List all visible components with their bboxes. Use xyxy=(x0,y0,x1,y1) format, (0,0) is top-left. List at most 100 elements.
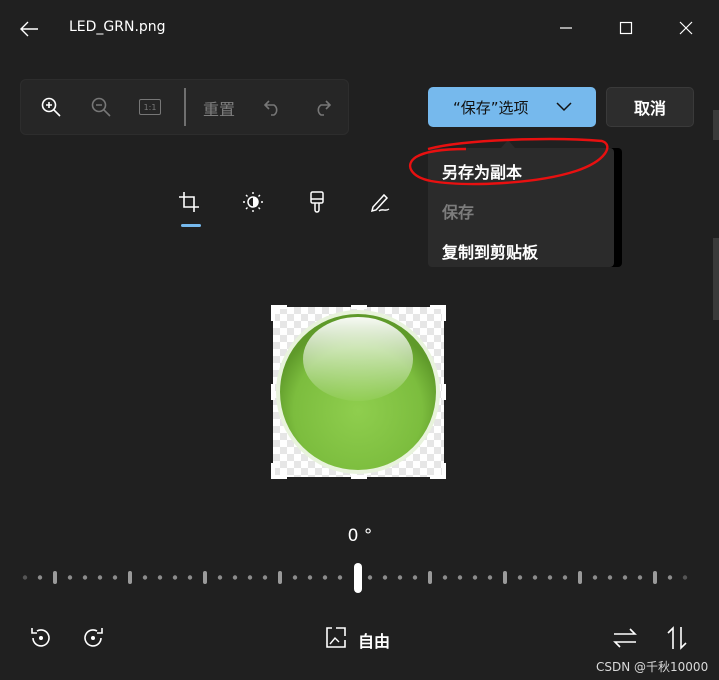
menu-item-copy-to-clipboard[interactable]: 复制到剪贴板 xyxy=(442,239,538,263)
slider-tick-dot xyxy=(187,575,193,580)
slider-tick-dot xyxy=(532,575,538,580)
green-led-image xyxy=(276,310,440,474)
maximize-button[interactable] xyxy=(611,14,641,42)
redo-icon xyxy=(317,100,332,116)
zoom-toolbar: 1:1 重置 xyxy=(20,79,349,135)
background-window-edge xyxy=(713,238,719,320)
minimize-button[interactable] xyxy=(551,14,581,42)
slider-tick-dot xyxy=(382,575,388,580)
toolbar-divider xyxy=(184,88,186,126)
actual-size-button[interactable]: 1:1 xyxy=(138,97,162,117)
crop-handle-left[interactable] xyxy=(271,384,275,400)
crop-handle-top-left-v[interactable] xyxy=(271,305,275,321)
rotate-left-button[interactable] xyxy=(27,624,55,652)
slider-tick-dot xyxy=(112,575,118,580)
crop-handle-bottom[interactable] xyxy=(351,475,367,479)
slider-tick-dot xyxy=(367,575,373,580)
slider-tick-dot xyxy=(517,575,523,580)
red-circle-annotation xyxy=(409,137,609,186)
slider-tick-dot xyxy=(142,575,148,580)
slider-tick-dot xyxy=(262,575,268,580)
flip-vertical-button[interactable] xyxy=(663,624,691,652)
slider-tick-dot xyxy=(592,575,598,580)
aspect-ratio-label[interactable]: 自由 xyxy=(358,628,390,652)
tab-markup[interactable] xyxy=(370,191,392,213)
zoom-out-button[interactable] xyxy=(89,97,113,117)
slider-tick-dot xyxy=(292,575,298,580)
slider-thumb[interactable] xyxy=(354,563,362,593)
image-canvas[interactable] xyxy=(273,307,444,477)
slider-tick-dot xyxy=(307,575,313,580)
tab-selected-indicator xyxy=(181,224,201,227)
watermark: CSDN @千秋10000 xyxy=(596,660,709,674)
markup-pen-icon xyxy=(370,193,390,213)
tab-filter[interactable] xyxy=(306,191,328,213)
background-window-edge xyxy=(713,110,719,140)
slider-tick-dot xyxy=(82,575,88,580)
menu-item-save[interactable]: 保存 xyxy=(442,199,474,223)
reset-button[interactable]: 重置 xyxy=(203,96,235,120)
crop-icon xyxy=(179,192,199,212)
slider-tick-dot xyxy=(412,575,418,580)
slider-tick-dot xyxy=(487,575,493,580)
slider-tick-dot xyxy=(172,575,178,580)
close-button[interactable] xyxy=(671,14,701,42)
cancel-button[interactable]: 取消 xyxy=(606,87,694,127)
slider-major-tick xyxy=(128,571,132,584)
crop-handle-right[interactable] xyxy=(442,384,446,400)
rotate-right-icon xyxy=(84,628,103,647)
rotate-left-icon xyxy=(31,628,50,647)
actual-size-icon: 1:1 xyxy=(139,99,161,115)
window-title: LED_GRN.png xyxy=(69,19,166,35)
brush-icon xyxy=(310,191,324,213)
zoom-out-icon xyxy=(91,97,111,117)
slider-tick-dot xyxy=(667,575,673,580)
undo-button[interactable] xyxy=(261,97,285,117)
tab-crop[interactable] xyxy=(178,191,200,213)
maximize-icon xyxy=(619,21,633,35)
actual-size-label: 1:1 xyxy=(143,102,157,112)
slider-major-tick xyxy=(503,571,507,584)
slider-major-tick xyxy=(278,571,282,584)
slider-tick-dot xyxy=(457,575,463,580)
crop-handle-bottom-left-v[interactable] xyxy=(271,463,275,479)
slider-tick-dot xyxy=(562,575,568,580)
slider-tick-dot xyxy=(547,575,553,580)
slider-tick-dot xyxy=(37,575,43,580)
slider-tick-dot xyxy=(397,575,403,580)
slider-tick-dot xyxy=(217,575,223,580)
slider-tick-dot xyxy=(472,575,478,580)
save-options-button[interactable]: “保存”选项 xyxy=(428,87,596,127)
slider-tick-dot xyxy=(607,575,613,580)
redo-button[interactable] xyxy=(310,97,334,117)
slider-tick-dot xyxy=(97,575,103,580)
crop-handle-bottom-right-v[interactable] xyxy=(442,463,446,479)
crop-handle-top-right-v[interactable] xyxy=(442,305,446,321)
slider-tick-dot xyxy=(682,575,688,580)
slider-major-tick xyxy=(53,571,57,584)
slider-tick-dot xyxy=(637,575,643,580)
tab-adjust[interactable] xyxy=(242,191,264,213)
rotation-slider[interactable] xyxy=(0,560,719,596)
slider-tick-dot xyxy=(622,575,628,580)
slider-tick-dot xyxy=(247,575,253,580)
slider-tick-dot xyxy=(157,575,163,580)
flip-horizontal-button[interactable] xyxy=(611,624,639,652)
chevron-down-icon xyxy=(556,102,572,112)
zoom-in-button[interactable] xyxy=(39,97,63,117)
arrow-left-icon xyxy=(20,21,38,37)
aspect-ratio-button[interactable] xyxy=(322,624,350,652)
slider-tick-dot xyxy=(22,575,28,580)
minimize-icon xyxy=(560,27,572,29)
slider-major-tick xyxy=(653,571,657,584)
slider-tick-dot xyxy=(337,575,343,580)
aspect-ratio-icon xyxy=(326,627,346,648)
slider-tick-dot xyxy=(67,575,73,580)
slider-tick-dot xyxy=(442,575,448,580)
slider-tick-dot xyxy=(322,575,328,580)
slider-major-tick xyxy=(203,571,207,584)
rotate-right-button[interactable] xyxy=(79,624,107,652)
brightness-icon xyxy=(243,192,263,212)
back-button[interactable] xyxy=(16,16,42,42)
crop-handle-top[interactable] xyxy=(351,305,367,309)
